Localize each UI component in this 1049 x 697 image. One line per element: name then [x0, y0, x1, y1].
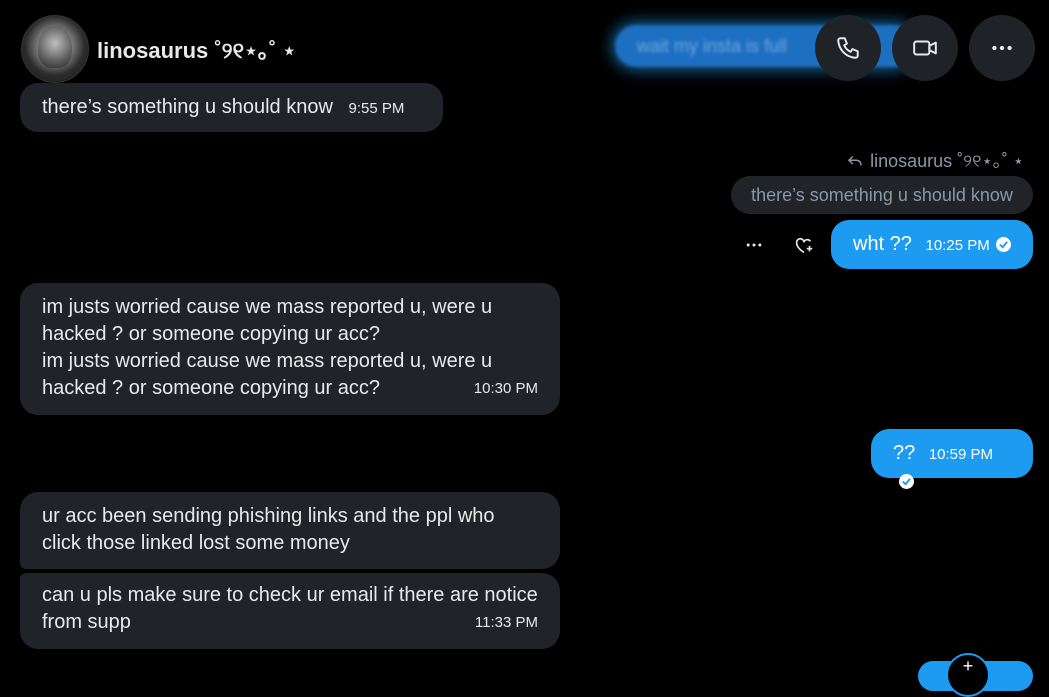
- more-options-button[interactable]: [969, 15, 1035, 81]
- contact-avatar[interactable]: [21, 15, 89, 83]
- message-text: im justs worried cause we mass reported …: [42, 350, 493, 399]
- message-time: 10:30 PM: [473, 380, 538, 397]
- reply-arrow-icon: [848, 155, 862, 166]
- message-time: 10:59 PM: [928, 446, 994, 463]
- checkmark-circle-icon: [899, 474, 914, 489]
- quoted-message[interactable]: there’s something u should know: [731, 176, 1033, 214]
- checkmark-circle-icon: [995, 237, 1011, 252]
- message-text: im justs worried cause we mass reported …: [42, 296, 493, 345]
- more-horizontal-icon: [746, 243, 762, 247]
- conversation-header: linosaurus ˚୨୧⋆｡˚ ⋆ wait my insta is ful…: [0, 0, 1049, 90]
- message-text: there’s something u should know: [42, 96, 333, 118]
- message-text: ??: [893, 442, 916, 464]
- message-time: 9:55 PM: [348, 100, 405, 117]
- outgoing-message[interactable]: ?? 10:59 PM: [871, 429, 1033, 489]
- contact-name[interactable]: linosaurus ˚୨୧⋆｡˚ ⋆: [97, 33, 296, 65]
- plus-icon: +: [962, 656, 974, 676]
- message-text: ur acc been sending phishing links and t…: [42, 505, 495, 554]
- outgoing-message[interactable]: wht ?? 10:25 PM: [831, 220, 1033, 269]
- reply-context: linosaurus ˚୨୧⋆｡˚ ⋆: [846, 147, 1024, 173]
- incoming-message[interactable]: im justs worried cause we mass reported …: [20, 283, 560, 415]
- phone-icon: [837, 37, 859, 59]
- incoming-message[interactable]: ur acc been sending phishing links and t…: [20, 492, 560, 569]
- message-more-button[interactable]: [741, 233, 767, 257]
- reply-to-name: linosaurus ˚୨୧⋆｡˚ ⋆: [870, 151, 1024, 171]
- video-camera-icon: [913, 40, 937, 56]
- message-time: 10:25 PM: [925, 237, 990, 254]
- incoming-message[interactable]: there’s something u should know 9:55 PM: [20, 83, 443, 132]
- new-message-button[interactable]: +: [946, 653, 990, 697]
- message-text: can u pls make sure to check ur email if…: [42, 584, 538, 633]
- incoming-message[interactable]: can u pls make sure to check ur email if…: [20, 573, 560, 649]
- heart-plus-icon: [795, 237, 813, 254]
- video-call-button[interactable]: [892, 15, 958, 81]
- call-button[interactable]: [815, 15, 881, 81]
- message-time: 11:33 PM: [474, 614, 538, 631]
- react-button[interactable]: [791, 232, 817, 258]
- message-text: wht ??: [853, 233, 912, 255]
- more-horizontal-icon: [992, 45, 1012, 51]
